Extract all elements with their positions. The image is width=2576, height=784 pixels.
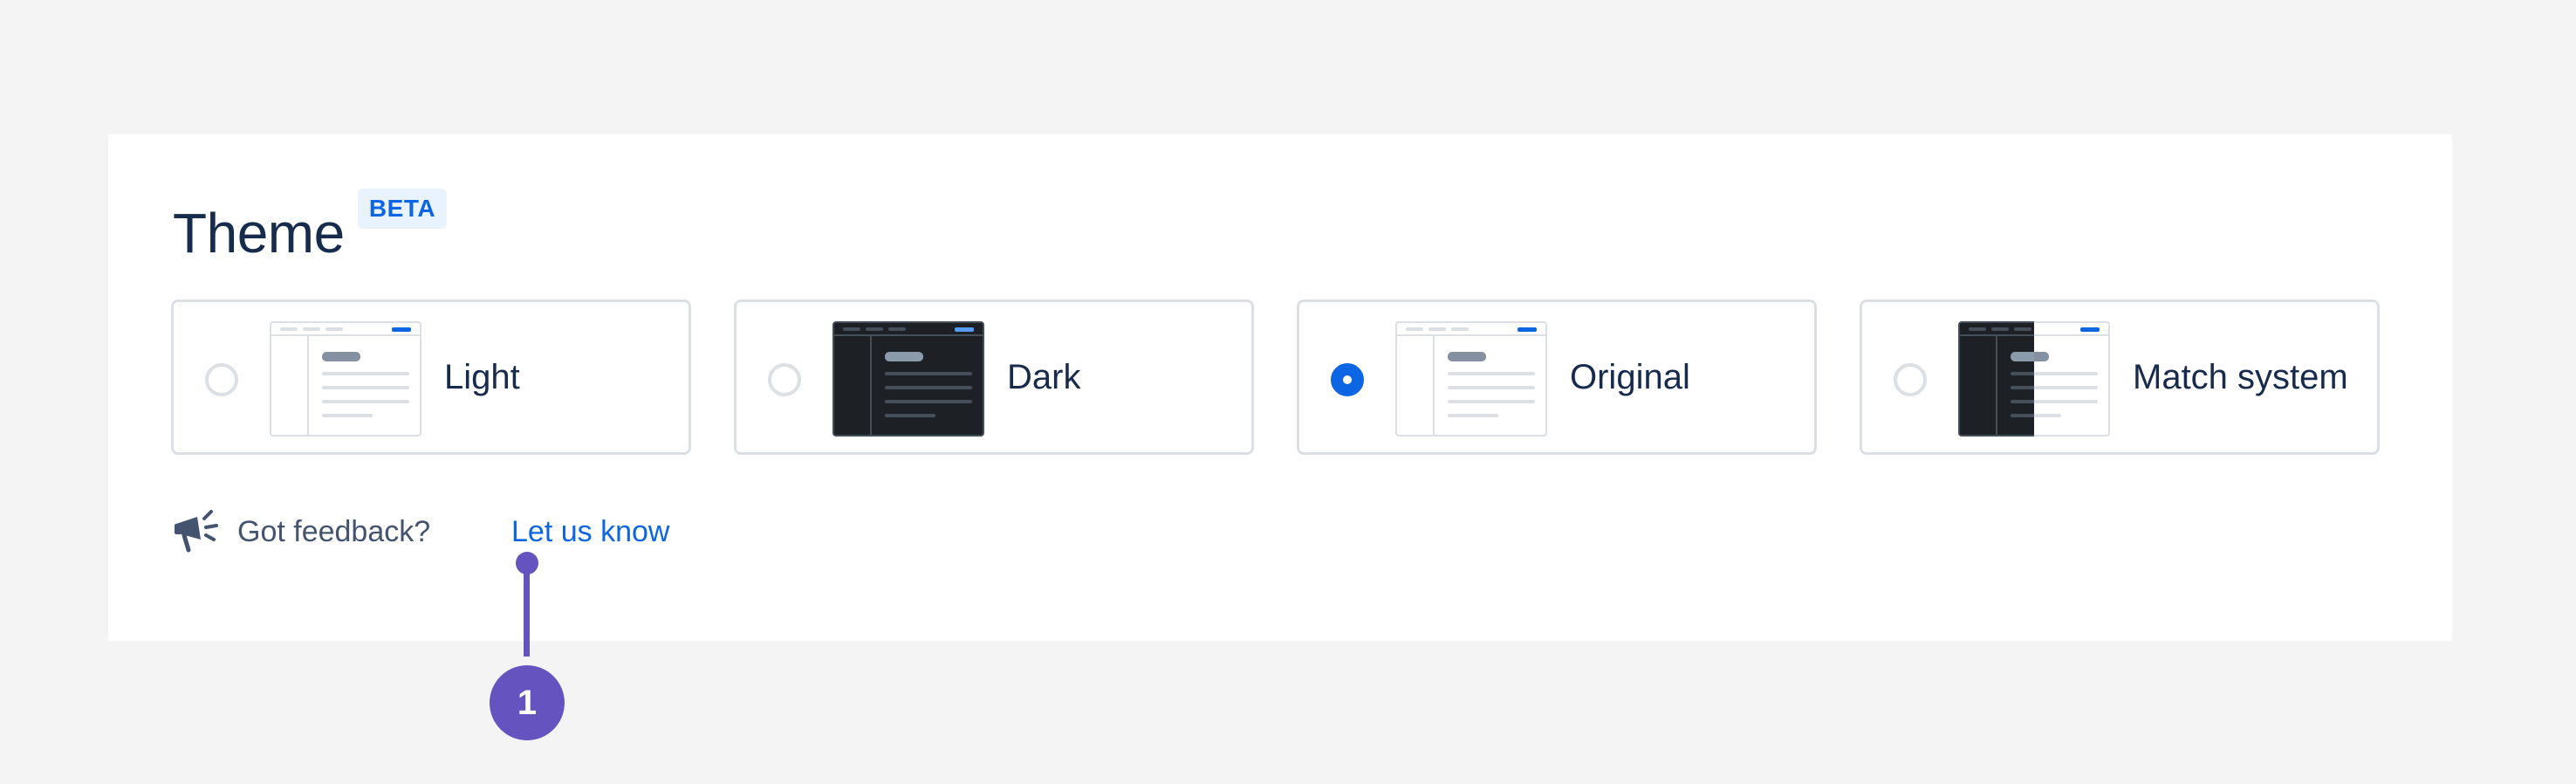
theme-option-label: Original [1570,358,1690,396]
original-theme-preview-icon [1395,321,1547,437]
page-title: Theme [173,202,345,265]
annotation-dot [516,552,538,574]
let-us-know-link[interactable]: Let us know [511,515,669,549]
beta-badge: BETA [358,189,447,229]
theme-option-light[interactable]: Light [171,299,691,455]
dark-theme-preview-icon [832,321,984,437]
light-theme-preview-icon [270,321,421,437]
theme-option-original[interactable]: Original [1297,299,1817,455]
theme-option-label: Light [444,358,520,396]
theme-radio-match-system[interactable] [1894,363,1927,396]
feedback-text: Got feedback? [237,515,431,548]
theme-option-dark[interactable]: Dark [734,299,1254,455]
theme-radio-dark[interactable] [768,363,801,396]
megaphone-icon [175,510,218,553]
annotation-badge: 1 [490,665,565,740]
match-system-theme-preview-icon [1958,321,2110,437]
theme-option-match-system[interactable]: Match system [1860,299,2380,455]
theme-radio-light[interactable] [205,363,238,396]
theme-settings-panel: Theme BETA Light Dark Original Match sys… [108,134,2452,641]
theme-radio-original[interactable] [1331,363,1364,396]
theme-option-label: Match system [2133,358,2348,396]
theme-option-label: Dark [1007,358,1081,396]
annotation-line [524,562,530,657]
